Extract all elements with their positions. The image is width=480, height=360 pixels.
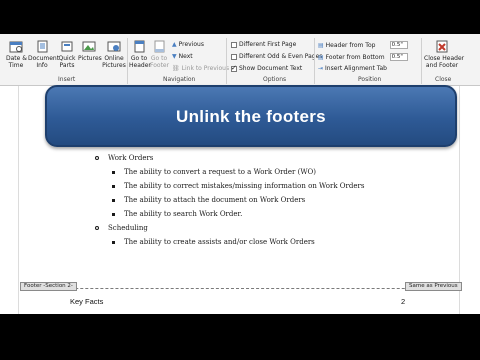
- list-item: Work Orders: [95, 154, 153, 162]
- close-icon: [436, 40, 448, 53]
- go-to-footer-button[interactable]: Go to Footer: [150, 38, 169, 69]
- bullet: [112, 198, 115, 202]
- header-position-icon: ▤: [318, 41, 324, 49]
- bullet: [95, 156, 99, 160]
- link-to-previous-button[interactable]: ⛓ Link to Previous: [172, 65, 229, 72]
- page-margin: [18, 86, 19, 314]
- divider: [421, 38, 422, 84]
- quick-parts-icon: [61, 41, 73, 52]
- show-document-text-checkbox[interactable]: Show Document Text: [231, 64, 302, 72]
- calendar-icon: [9, 41, 23, 53]
- divider: [226, 38, 227, 84]
- bullet: [112, 212, 115, 216]
- previous-button[interactable]: ▲ Previous: [172, 41, 204, 48]
- header-from-top-input[interactable]: 0.5": [389, 41, 408, 49]
- banner-title: Unlink the footers: [176, 107, 326, 126]
- document-info-button[interactable]: Document Info: [28, 38, 59, 69]
- checkbox[interactable]: [231, 41, 237, 48]
- bullet: [95, 226, 99, 230]
- quick-parts-button[interactable]: Quick Parts: [58, 38, 76, 69]
- list-item: The ability to correct mistakes/missing …: [112, 182, 364, 190]
- footer-page-number[interactable]: 2: [401, 297, 405, 306]
- pictures-button[interactable]: Pictures: [78, 38, 102, 62]
- go-to-header-icon: [134, 40, 145, 53]
- list-item: The ability to search Work Order.: [112, 210, 242, 218]
- insert-alignment-tab-button[interactable]: ⇥ Insert Alignment Tab: [318, 65, 387, 72]
- footer-position-icon: ▤: [318, 53, 324, 61]
- bullet: [112, 170, 115, 174]
- footer-from-bottom-input[interactable]: 0.5": [389, 53, 408, 61]
- alignment-tab-icon: ⇥: [318, 65, 324, 72]
- list-item: The ability to convert a request to a Wo…: [112, 168, 316, 176]
- page-margin: [459, 86, 460, 314]
- divider: [314, 38, 315, 84]
- close-header-footer-button[interactable]: Close Header and Footer: [424, 38, 464, 69]
- group-options-label: Options: [263, 76, 287, 83]
- divider: [127, 38, 128, 84]
- footer-separator: [20, 288, 460, 289]
- footer-text[interactable]: Key Facts: [70, 297, 103, 306]
- different-first-page-checkbox[interactable]: Different First Page: [231, 41, 296, 48]
- go-to-footer-icon: [154, 40, 165, 53]
- picture-icon: [82, 41, 96, 52]
- header-from-top-row: ▤ Header from Top 0.5": [318, 41, 408, 49]
- document-info-icon: [37, 40, 48, 53]
- online-picture-icon: [107, 41, 121, 52]
- list-item: The ability to create assists and/or clo…: [112, 238, 315, 246]
- online-pictures-button[interactable]: Online Pictures: [102, 38, 126, 69]
- next-button[interactable]: ▼ Next: [172, 53, 193, 60]
- footer-from-bottom-row: ▤ Footer from Bottom 0.5": [318, 53, 408, 61]
- different-odd-even-checkbox[interactable]: Different Odd & Even Pages: [231, 53, 322, 60]
- bullet: [112, 184, 115, 188]
- go-to-header-button[interactable]: Go to Header: [129, 38, 151, 69]
- list-item: The ability to attach the document on Wo…: [112, 196, 305, 204]
- list-item: Scheduling: [95, 224, 148, 232]
- arrow-down-icon: ▼: [172, 53, 177, 60]
- checkbox-checked[interactable]: [231, 64, 237, 72]
- checkbox[interactable]: [231, 53, 237, 60]
- footer-section-tag: Footer -Section 2-: [20, 282, 77, 291]
- group-insert-label: Insert: [58, 76, 76, 83]
- link-icon: ⛓: [172, 65, 180, 72]
- group-position-label: Position: [358, 76, 382, 83]
- tutorial-banner: Unlink the footers: [45, 85, 457, 147]
- bullet: [112, 240, 115, 244]
- group-close-label: Close: [435, 76, 452, 83]
- same-as-previous-tag: Same as Previous: [405, 282, 462, 291]
- group-navigation-label: Navigation: [163, 76, 196, 83]
- date-time-button[interactable]: Date & Time: [6, 38, 27, 69]
- arrow-up-icon: ▲: [172, 41, 177, 48]
